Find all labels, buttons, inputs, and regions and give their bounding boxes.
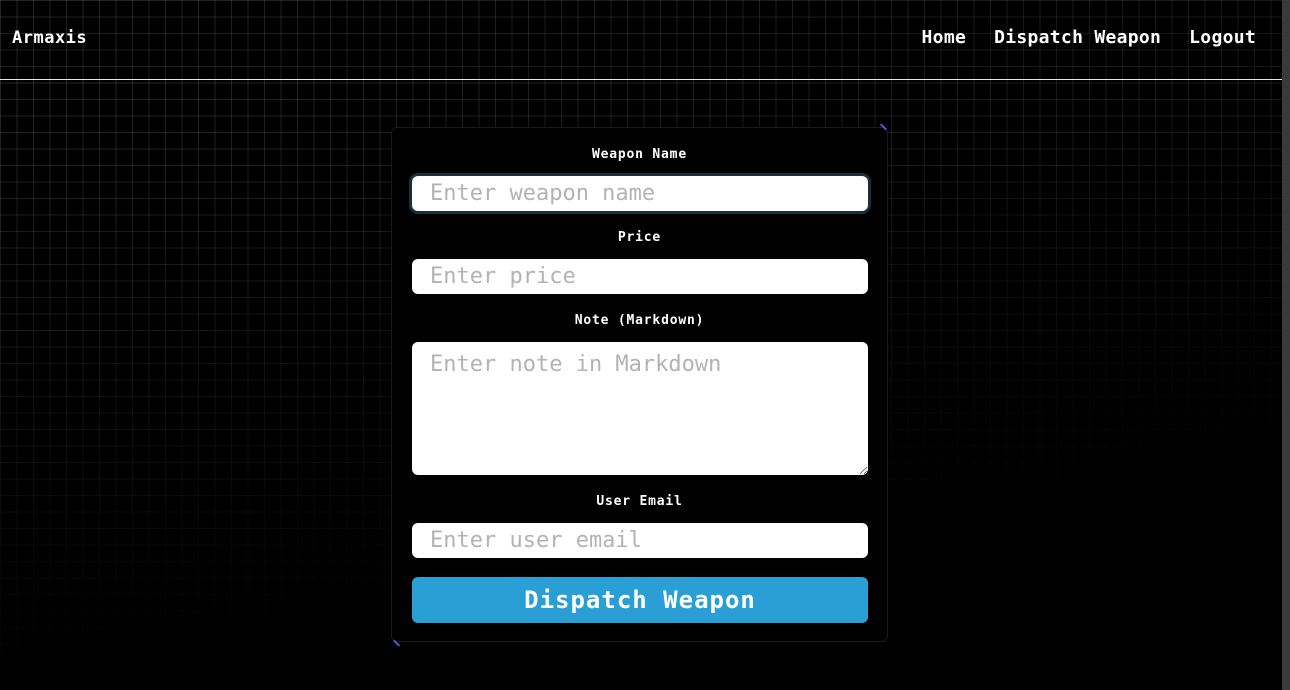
- nav-link-logout[interactable]: Logout: [1189, 27, 1256, 48]
- price-input[interactable]: [412, 259, 868, 294]
- user-email-label: User Email: [596, 494, 683, 509]
- page-scrollbar[interactable]: [1282, 0, 1290, 690]
- nav-links: Home Dispatch Weapon Logout: [922, 27, 1256, 48]
- user-email-input[interactable]: [412, 523, 868, 558]
- price-label: Price: [617, 230, 662, 245]
- note-label: Note (Markdown): [574, 313, 705, 328]
- brand-logo-text[interactable]: Armaxis: [12, 28, 87, 48]
- nav-link-home[interactable]: Home: [922, 27, 967, 48]
- dispatch-weapon-button[interactable]: Dispatch Weapon: [412, 577, 868, 623]
- weapon-name-input[interactable]: [412, 176, 868, 211]
- navbar: Armaxis Home Dispatch Weapon Logout: [0, 0, 1282, 80]
- dispatch-weapon-form: Weapon Name Price Note (Markdown) User E…: [391, 123, 888, 647]
- nav-link-dispatch-weapon[interactable]: Dispatch Weapon: [994, 27, 1161, 48]
- note-textarea[interactable]: [412, 342, 868, 475]
- weapon-name-label: Weapon Name: [592, 147, 687, 162]
